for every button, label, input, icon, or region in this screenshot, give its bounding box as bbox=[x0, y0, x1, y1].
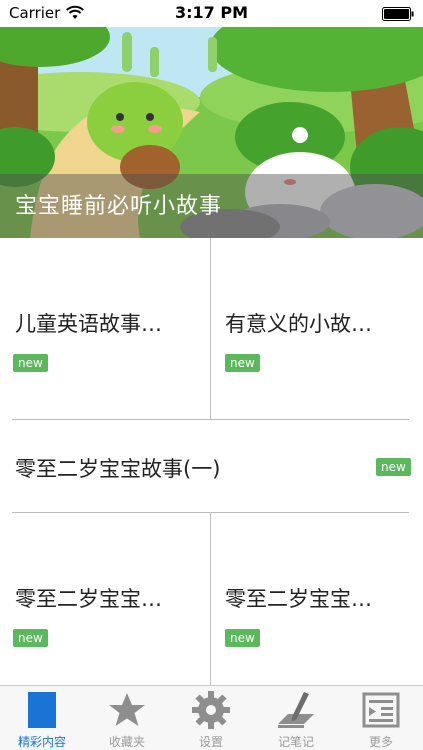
tab-bar: 精彩内容 收藏夹 设置 记笔记 更多 bbox=[0, 685, 423, 750]
tab-notes[interactable]: 记笔记 bbox=[254, 686, 338, 750]
tab-label: 精彩内容 bbox=[17, 735, 66, 749]
new-badge: new bbox=[376, 458, 411, 476]
star-icon bbox=[109, 693, 145, 726]
tab-favorites[interactable]: 收藏夹 bbox=[85, 686, 169, 750]
new-badge: new bbox=[13, 629, 48, 647]
tab-label: 更多 bbox=[368, 735, 393, 749]
story-tile[interactable]: 儿童英语故事… new bbox=[0, 238, 210, 419]
featured-icon bbox=[28, 692, 56, 728]
story-tile[interactable]: 零至二岁宝宝… new bbox=[0, 513, 210, 685]
note-pen-icon bbox=[278, 692, 314, 728]
story-title: 零至二岁宝宝… bbox=[15, 587, 162, 611]
clock: 3:17 PM bbox=[174, 3, 248, 22]
tab-more[interactable]: 更多 bbox=[339, 686, 423, 750]
story-title: 零至二岁宝宝… bbox=[225, 587, 372, 611]
new-badge: new bbox=[225, 354, 260, 372]
story-tile[interactable]: 零至二岁宝宝故事(一) new bbox=[0, 420, 423, 512]
tab-label: 设置 bbox=[198, 735, 223, 749]
story-tile[interactable]: 零至二岁宝宝… new bbox=[211, 513, 423, 685]
story-grid: 儿童英语故事… new 有意义的小故… new 零至二岁宝宝故事(一) new … bbox=[0, 238, 423, 685]
new-badge: new bbox=[225, 629, 260, 647]
tab-featured[interactable]: 精彩内容 bbox=[0, 686, 84, 750]
tab-label: 记笔记 bbox=[277, 735, 314, 749]
gear-icon bbox=[192, 691, 230, 729]
new-badge: new bbox=[13, 354, 48, 372]
story-title: 零至二岁宝宝故事(一) bbox=[15, 457, 221, 481]
tab-label: 收藏夹 bbox=[108, 735, 145, 749]
status-bar: Carrier 3:17 PM bbox=[0, 0, 423, 27]
banner-caption: 宝宝睡前必听小故事 bbox=[15, 194, 223, 219]
story-title: 有意义的小故… bbox=[225, 312, 372, 336]
more-list-icon bbox=[362, 692, 400, 728]
tab-settings[interactable]: 设置 bbox=[169, 686, 253, 750]
battery-icon bbox=[382, 7, 414, 21]
story-tile[interactable]: 有意义的小故… new bbox=[211, 238, 423, 419]
featured-banner[interactable]: 宝宝睡前必听小故事 bbox=[0, 27, 423, 238]
story-title: 儿童英语故事… bbox=[15, 312, 162, 336]
